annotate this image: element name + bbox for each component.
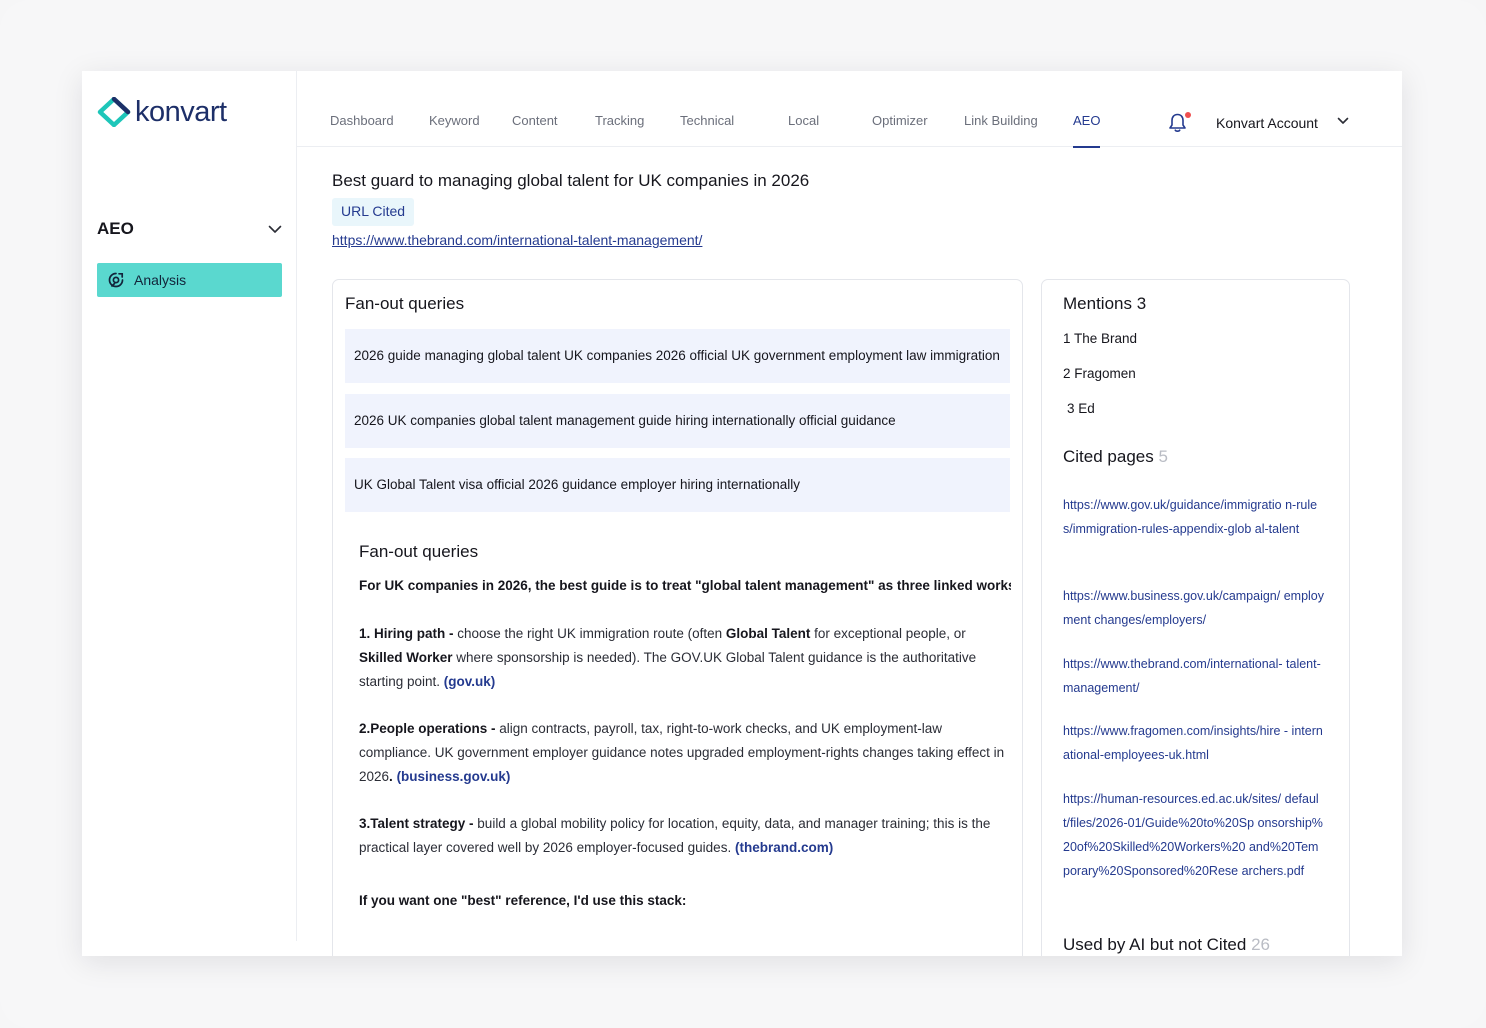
cited-page-link[interactable]: https://www.gov.uk/guidance/immigratio n… (1063, 493, 1325, 541)
tab-aeo[interactable]: AEO (1073, 113, 1101, 148)
mentions-title: Mentions 3 (1063, 294, 1147, 313)
tab-tracking[interactable]: Tracking (595, 113, 644, 147)
point-label: 3.Talent strategy - (359, 816, 474, 831)
account-menu[interactable]: Konvart Account (1216, 115, 1318, 131)
cited-page-link[interactable]: https://www.thebrand.com/international- … (1063, 652, 1325, 700)
mentions-card: Mentions 3 1 The Brand 2 Fragomen 3 Ed C… (1041, 279, 1350, 956)
sidebar-section-aeo[interactable]: AEO (97, 216, 282, 242)
brand-name: konvart (135, 96, 227, 128)
logo[interactable]: konvart (97, 97, 227, 127)
source-link[interactable]: (thebrand.com) (735, 840, 833, 855)
answer-title: Fan-out queries (359, 542, 479, 561)
cited-page-link[interactable]: https://human-resources.ed.ac.uk/sites/ … (1063, 787, 1325, 883)
sidebar: konvart AEO Analysis (82, 71, 297, 941)
sidebar-item-analysis[interactable]: Analysis (97, 263, 282, 297)
tab-local[interactable]: Local (788, 113, 819, 147)
tab-keyword[interactable]: Keyword (429, 113, 480, 147)
fanout-query[interactable]: UK Global Talent visa official 2026 guid… (345, 458, 1010, 512)
answer-point-people: 2.People operations - align contracts, p… (359, 721, 1005, 784)
used-not-cited-title: Used by AI but not Cited 26 (1063, 935, 1270, 954)
page-title: Best guard to managing global talent for… (332, 171, 810, 190)
fanout-query[interactable]: 2026 UK companies global talent manageme… (345, 394, 1010, 448)
cited-page-link[interactable]: https://www.business.gov.uk/campaign/ em… (1063, 584, 1325, 632)
mention-item: 2 Fragomen (1063, 366, 1136, 381)
konvart-logo-icon (97, 97, 131, 127)
chevron-down-icon (268, 225, 282, 233)
mentions-count: 3 (1136, 294, 1147, 313)
cited-pages-title: Cited pages 5 (1063, 447, 1168, 466)
mention-item: 1 The Brand (1063, 331, 1138, 346)
cited-pages-count: 5 (1158, 447, 1168, 466)
tab-optimizer[interactable]: Optimizer (872, 113, 928, 147)
used-not-cited-count: 26 (1251, 935, 1270, 954)
mention-item: 3 Ed (1067, 401, 1095, 416)
analysis-icon (108, 272, 124, 288)
point-label: 2.People operations - (359, 721, 496, 736)
app-window: konvart AEO Analysis Dashboard Keyword C… (82, 71, 1402, 956)
answer-intro: For UK companies in 2026, the best guide… (359, 578, 1011, 593)
fanout-title: Fan-out queries (345, 294, 465, 313)
fanout-card: Fan-out queries 2026 guide managing glob… (332, 279, 1023, 956)
tab-link-building[interactable]: Link Building (964, 113, 1038, 147)
sidebar-section-label: AEO (97, 219, 134, 238)
tab-technical[interactable]: Technical (680, 113, 734, 147)
source-link[interactable]: (business.gov.uk) (393, 769, 511, 784)
tab-dashboard[interactable]: Dashboard (330, 113, 394, 147)
top-nav: Dashboard Keyword Content Tracking Techn… (297, 71, 1402, 148)
chevron-down-icon[interactable] (1337, 117, 1349, 125)
tab-content[interactable]: Content (512, 113, 558, 147)
fanout-query[interactable]: 2026 guide managing global talent UK com… (345, 329, 1010, 383)
source-link[interactable]: (gov.uk) (444, 674, 496, 689)
notification-dot (1185, 112, 1191, 118)
answer-closing: If you want one "best" reference, I'd us… (359, 893, 687, 908)
cited-page-link[interactable]: https://www.fragomen.com/insights/hire -… (1063, 719, 1325, 767)
sidebar-item-label: Analysis (134, 272, 187, 288)
point-label: 1. Hiring path - (359, 626, 454, 641)
url-cited-badge: URL Cited (332, 198, 415, 226)
answer-point-strategy: 3.Talent strategy - build a global mobil… (359, 816, 991, 855)
answer-point-hiring: 1. Hiring path - choose the right UK imm… (359, 626, 977, 689)
page-url-link[interactable]: https://www.thebrand.com/international-t… (332, 232, 702, 248)
